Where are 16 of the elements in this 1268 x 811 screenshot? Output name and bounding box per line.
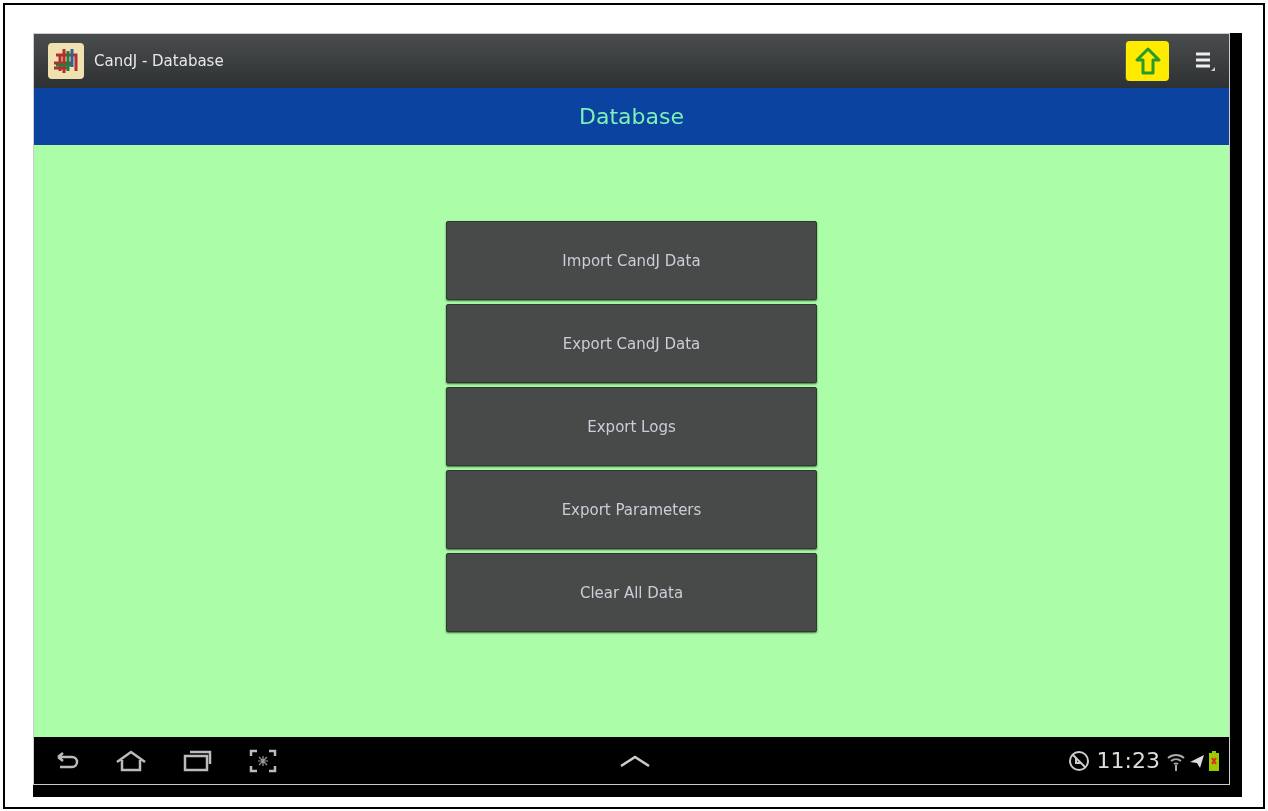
clock: 11:23 <box>1096 748 1160 773</box>
screenshot-button[interactable] <box>248 747 278 774</box>
recent-apps-button[interactable] <box>182 748 214 773</box>
app-title: CandJ - Database <box>94 52 225 70</box>
home-button[interactable] <box>1125 41 1169 81</box>
action-button[interactable]: Clear All Data <box>446 553 817 632</box>
action-button[interactable]: Import CandJ Data <box>446 221 817 300</box>
battery-icon <box>1209 750 1219 771</box>
sync-off-icon <box>1067 749 1090 772</box>
action-button[interactable]: Export Logs <box>446 387 817 466</box>
action-button[interactable]: Export Parameters <box>446 470 817 549</box>
home-button[interactable] <box>114 749 148 772</box>
up-caret-button[interactable] <box>618 753 651 768</box>
page-title: Database <box>579 104 684 129</box>
app-logo-icon <box>48 43 84 79</box>
action-button[interactable]: Export CandJ Data <box>446 304 817 383</box>
